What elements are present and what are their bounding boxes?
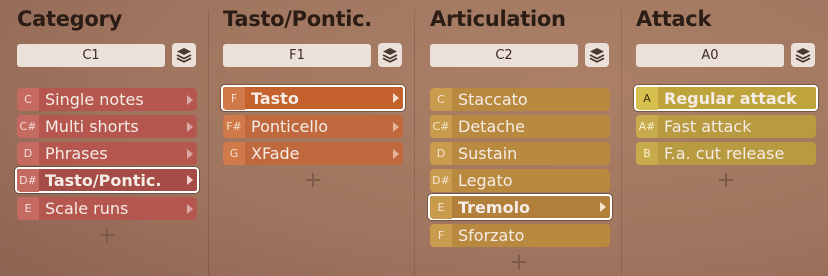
list-item[interactable]: C Staccato — [430, 88, 610, 111]
note-badge: B — [636, 142, 658, 165]
item-label: Tremolo — [458, 197, 531, 217]
layers-icon — [382, 48, 398, 63]
key-switch-field[interactable]: C2 — [430, 44, 578, 67]
chevron-right-icon — [183, 148, 197, 159]
item-label: Phrases — [45, 144, 108, 163]
note-badge: D# — [430, 169, 452, 192]
item-label: F.a. cut release — [664, 144, 785, 163]
column-title: Tasto/Pontic. — [223, 7, 372, 31]
item-label: Sforzato — [458, 226, 525, 245]
list-item[interactable]: A# Fast attack — [636, 115, 816, 138]
note-badge: C# — [430, 115, 452, 138]
item-label: Sustain — [458, 144, 518, 163]
list-item[interactable]: D Phrases — [17, 142, 197, 165]
note-badge: G — [223, 142, 245, 165]
column-title: Category — [17, 7, 122, 31]
chevron-right-icon — [596, 202, 610, 212]
list-item[interactable]: D Sustain — [430, 142, 610, 165]
item-label: Legato — [458, 171, 513, 190]
column-category: Category C1 C Single notes C# Multi shor… — [0, 0, 206, 276]
list-item[interactable]: C Single notes — [17, 88, 197, 111]
column-title: Attack — [636, 7, 712, 31]
plus-icon[interactable] — [511, 254, 527, 270]
layers-button[interactable] — [378, 43, 402, 67]
note-badge: E — [17, 197, 39, 220]
layers-button[interactable] — [585, 43, 609, 67]
chevron-right-icon — [389, 121, 403, 132]
chevron-right-icon — [183, 121, 197, 132]
column-articulation: Articulation C2 C Staccato C# Detache D … — [413, 0, 619, 276]
chevron-right-icon — [389, 148, 403, 159]
note-badge: D — [17, 142, 39, 165]
note-badge: A — [636, 86, 658, 110]
note-badge: A# — [636, 115, 658, 138]
layers-icon — [176, 48, 192, 63]
layers-button[interactable] — [172, 43, 196, 67]
note-badge: F — [223, 86, 245, 110]
list-item[interactable]: F# Ponticello — [223, 115, 403, 138]
item-label: Single notes — [45, 90, 144, 109]
item-label: Tasto — [251, 88, 299, 108]
item-label: Scale runs — [45, 199, 129, 218]
column-attack: Attack A0 A Regular attack A# Fast attac… — [619, 0, 825, 276]
chevron-right-icon — [183, 175, 197, 185]
list-item[interactable]: D# Legato — [430, 169, 610, 192]
note-badge: F — [430, 224, 452, 247]
item-label: Fast attack — [664, 117, 752, 136]
item-label: Detache — [458, 117, 526, 136]
plus-icon[interactable] — [718, 172, 734, 188]
item-label: Tasto/Pontic. — [45, 170, 162, 190]
note-badge: D — [430, 142, 452, 165]
list-item-selected[interactable]: A Regular attack — [634, 85, 818, 111]
chevron-right-icon — [183, 203, 197, 214]
plus-icon[interactable] — [305, 172, 321, 188]
key-switch-field[interactable]: C1 — [17, 44, 165, 67]
list-item[interactable]: C# Detache — [430, 115, 610, 138]
list-item-selected[interactable]: D# Tasto/Pontic. — [15, 167, 199, 193]
key-switch-field[interactable]: A0 — [636, 44, 784, 67]
layers-icon — [589, 48, 605, 63]
note-badge: F# — [223, 115, 245, 138]
key-switch-field[interactable]: F1 — [223, 44, 371, 67]
note-badge: E — [430, 195, 452, 219]
note-badge: C# — [17, 115, 39, 138]
list-item-selected[interactable]: F Tasto — [221, 85, 405, 111]
list-item[interactable]: F Sforzato — [430, 224, 610, 247]
item-label: Regular attack — [664, 88, 797, 108]
plus-icon[interactable] — [99, 227, 115, 243]
chevron-right-icon — [183, 94, 197, 105]
column-tasto-pontic: Tasto/Pontic. F1 F Tasto F# Ponticello G… — [206, 0, 412, 276]
note-badge: D# — [17, 168, 39, 192]
item-label: Ponticello — [251, 117, 329, 136]
note-badge: C — [17, 88, 39, 111]
list-item-selected[interactable]: E Tremolo — [428, 194, 612, 220]
chevron-right-icon — [389, 93, 403, 103]
list-item[interactable]: G XFade — [223, 142, 403, 165]
note-badge: C — [430, 88, 452, 111]
layers-icon — [795, 48, 811, 63]
list-item[interactable]: C# Multi shorts — [17, 115, 197, 138]
layers-button[interactable] — [791, 43, 815, 67]
list-item[interactable]: E Scale runs — [17, 197, 197, 220]
item-label: Multi shorts — [45, 117, 139, 136]
list-item[interactable]: B F.a. cut release — [636, 142, 816, 165]
column-title: Articulation — [430, 7, 566, 31]
item-label: Staccato — [458, 90, 528, 109]
item-label: XFade — [251, 144, 300, 163]
